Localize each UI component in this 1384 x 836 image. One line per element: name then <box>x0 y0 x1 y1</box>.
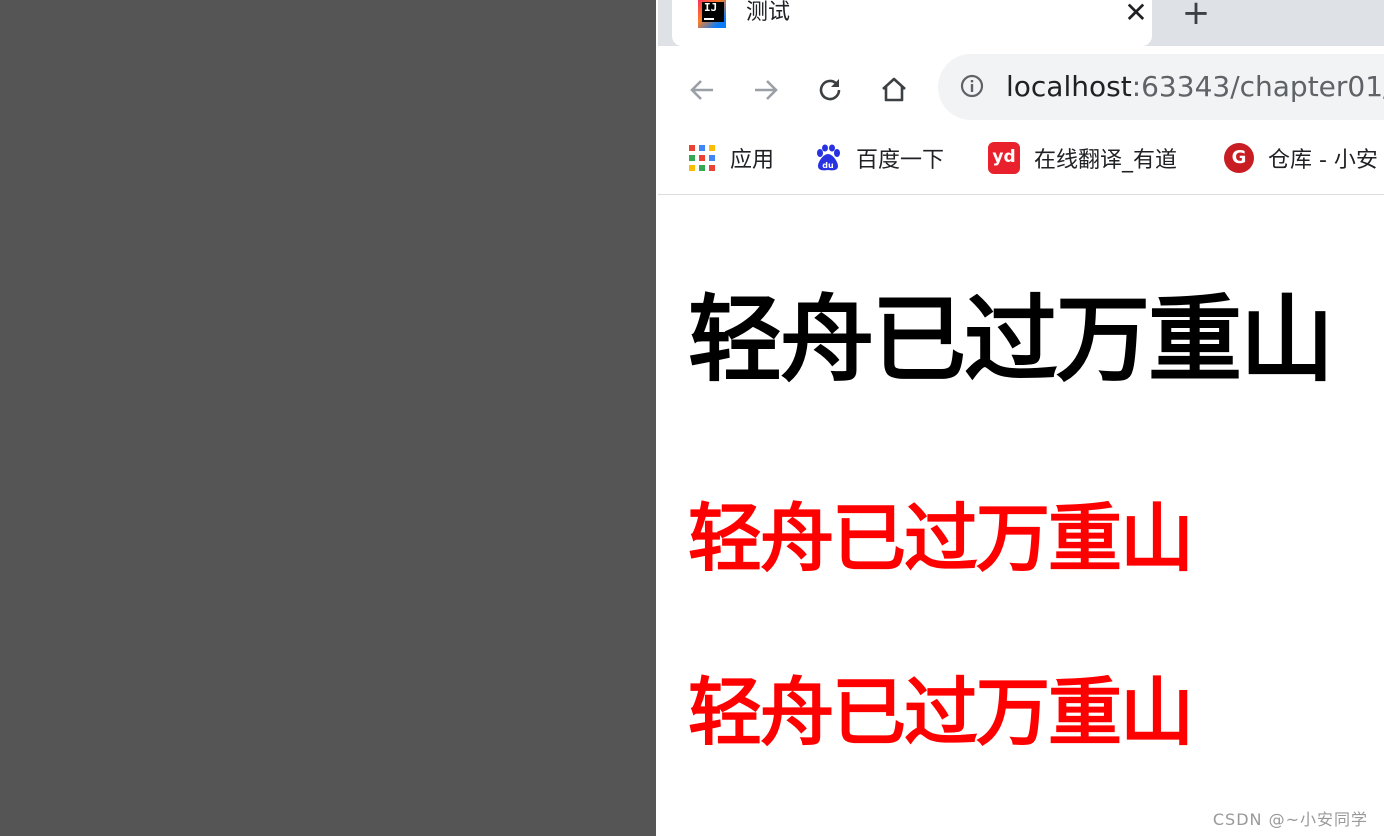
gitee-icon: G <box>1224 143 1254 173</box>
back-button[interactable] <box>684 72 720 108</box>
heading-h3: 轻舟已过万重山 <box>688 670 1194 756</box>
home-icon <box>882 77 906 102</box>
tab-title: 测试 <box>746 0 791 25</box>
reload-icon <box>819 79 841 101</box>
pane-divider[interactable] <box>0 0 656 836</box>
bookmark-label: 应用 <box>730 148 775 173</box>
bookmark-apps[interactable]: 应用 <box>688 132 774 184</box>
reload-button[interactable] <box>812 72 848 108</box>
arrow-left-icon <box>690 80 713 100</box>
url-text[interactable]: localhost:63343/chapter01/t <box>1006 54 1384 120</box>
intellij-favicon-icon: IJ <box>698 0 726 28</box>
browser-toolbar: localhost:63343/chapter01/t 应用 du 百度一下 y… <box>658 46 1384 195</box>
bookmark-gitee[interactable]: G 仓库 - 小安 <box>1224 132 1378 184</box>
page-content: 轻舟已过万重山 轻舟已过万重山 轻舟已过万重山 <box>658 196 1384 836</box>
bookmarks-bar: 应用 du 百度一下 yd 在线翻译_有道 G 仓库 - 小安 <box>658 132 1384 184</box>
forward-button[interactable] <box>748 72 784 108</box>
heading-h3: 轻舟已过万重山 <box>688 496 1194 582</box>
heading-h2: 轻舟已过万重山 <box>688 286 1334 395</box>
tab-strip: IJ 测试 ✕ + <box>658 0 1384 46</box>
bookmark-label: 百度一下 <box>856 148 945 173</box>
info-icon[interactable] <box>960 74 984 98</box>
youdao-icon: yd <box>988 142 1020 174</box>
bookmark-label: 仓库 - 小安 <box>1268 148 1378 173</box>
new-tab-button[interactable]: + <box>1180 0 1212 30</box>
bookmark-baidu[interactable]: du 百度一下 <box>814 132 944 184</box>
csdn-watermark: CSDN @~小安同学 <box>1212 810 1368 829</box>
tab-active[interactable]: IJ 测试 ✕ <box>672 0 1152 46</box>
address-bar[interactable]: localhost:63343/chapter01/t <box>938 54 1384 120</box>
home-button[interactable] <box>876 72 912 108</box>
bookmark-label: 在线翻译_有道 <box>1034 148 1178 173</box>
tab-close-icon[interactable]: ✕ <box>1122 0 1150 28</box>
svg-text:du: du <box>822 161 834 170</box>
apps-grid-icon <box>689 145 715 171</box>
bookmark-youdao[interactable]: yd 在线翻译_有道 <box>988 132 1177 184</box>
browser-window: IJ 测试 ✕ + localhost:63343/chapter01/t 应用… <box>658 0 1384 836</box>
arrow-right-icon <box>755 80 778 100</box>
baidu-paw-icon: du <box>817 144 840 171</box>
